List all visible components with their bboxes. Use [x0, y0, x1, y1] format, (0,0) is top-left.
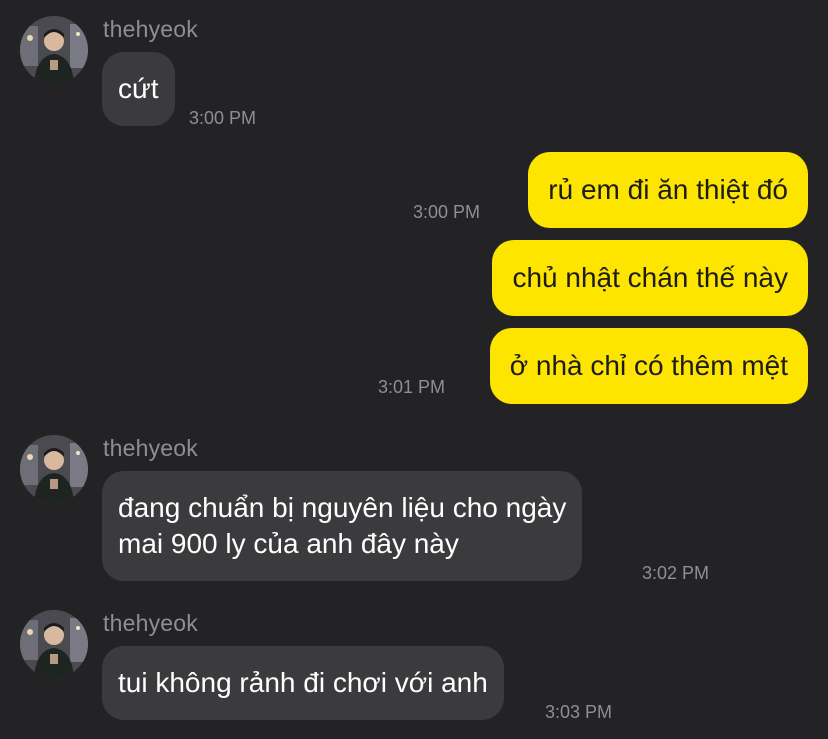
outgoing-message-bubble[interactable]: ở nhà chỉ có thêm mệt — [489, 328, 808, 404]
incoming-message-bubble[interactable]: đang chuẩn bị nguyên liệu cho ngày mai 9… — [102, 471, 583, 581]
sender-avatar[interactable] — [20, 435, 88, 503]
sender-name: thehyeok — [103, 610, 198, 636]
incoming-message-bubble[interactable]: tui không rảnh đi chơi với anh — [102, 646, 504, 720]
sender-name: thehyeok — [103, 16, 198, 42]
message-timestamp: 3:02 PM — [642, 563, 710, 583]
message-text: mai 900 ly của anh đây này — [118, 528, 459, 559]
sender-name: thehyeok — [103, 435, 198, 461]
message-timestamp: 3:01 PM — [378, 377, 446, 397]
message-text: rủ em đi ăn thiệt đó — [548, 174, 788, 205]
outgoing-message-bubble[interactable]: chủ nhật chán thế này — [492, 240, 808, 316]
message-text: ở nhà chỉ có thêm mệt — [509, 350, 788, 381]
sender-avatar[interactable] — [20, 610, 88, 678]
chat-thread[interactable]: thehyeok cứt 3:00 PM 3:00 PM rủ em đi ăn… — [0, 0, 828, 739]
message-text: đang chuẩn bị nguyên liệu cho ngày — [118, 492, 567, 523]
message-text: tui không rảnh đi chơi với anh — [118, 667, 488, 698]
outgoing-message-bubble[interactable]: rủ em đi ăn thiệt đó — [528, 152, 808, 228]
message-timestamp: 3:00 PM — [413, 202, 481, 222]
message-timestamp: 3:00 PM — [189, 108, 257, 128]
sender-avatar[interactable] — [20, 16, 88, 84]
message-text: chủ nhật chán thế này — [512, 262, 788, 293]
message-timestamp: 3:03 PM — [545, 702, 613, 722]
incoming-message-bubble[interactable]: cứt — [102, 52, 175, 126]
message-text: cứt — [118, 73, 159, 104]
